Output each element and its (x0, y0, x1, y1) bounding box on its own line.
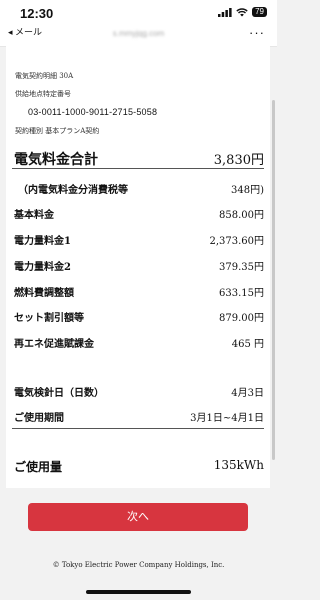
period-value: 3月1日~4月1日 (190, 413, 264, 424)
usage-value: 135kWh (213, 458, 264, 472)
charge-label: 電力量料金1 (14, 236, 71, 247)
back-to-mail-button[interactable]: ◂ メール (8, 25, 42, 38)
charge-label: セット割引額等 (14, 313, 84, 324)
charge-value: 465 円 (231, 339, 264, 350)
home-indicator (86, 590, 191, 594)
charge-row: 再エネ促進賦課金 465 円 (14, 335, 264, 350)
charge-value: 348円) (231, 185, 264, 196)
usage-row: ご使用量 135kWh (14, 458, 264, 474)
charge-label: 基本料金 (14, 210, 54, 221)
usage-label: ご使用量 (14, 460, 63, 474)
charge-row: （内電気料金分消費税等 348円) (14, 181, 264, 196)
bill-card: 電気契約明細 30A 供給地点特定番号 03-0011-1000-9011-27… (6, 46, 270, 488)
charge-label: 電力量料金2 (14, 262, 71, 273)
charge-value: 633.15円 (219, 288, 264, 299)
meter-date-label: 電気検針日（日数） (14, 388, 104, 399)
status-icons: 79 (218, 7, 267, 17)
status-bar: 12:30 79 (0, 0, 277, 22)
charge-label: （内電気料金分消費税等 (18, 185, 128, 196)
copyright-text: © Tokyo Electric Power Company Holdings,… (52, 561, 225, 569)
charge-value: 858.00円 (219, 210, 264, 221)
charge-row: 燃料費調整額 633.15円 (14, 284, 264, 299)
charge-label: 再エネ促進賦課金 (14, 339, 94, 350)
total-value: 3,830円 (213, 153, 264, 168)
url-text: s.mmyjqg.com (112, 29, 165, 38)
period-divider (12, 428, 264, 429)
total-divider (12, 168, 264, 169)
charge-row: セット割引額等 879.00円 (14, 309, 264, 324)
period-label: ご使用期間 (14, 413, 64, 424)
supply-point-label: 供給地点特定番号 (15, 90, 71, 98)
charge-value: 879.00円 (219, 313, 264, 324)
total-row: 電気料金合計 3,830円 (14, 149, 264, 168)
signal-icon (218, 7, 232, 17)
more-icon[interactable]: ··· (249, 25, 265, 40)
charge-value: 2,373.60円 (209, 236, 264, 247)
scrollbar[interactable] (272, 100, 275, 460)
next-button[interactable]: 次へ (28, 503, 248, 531)
browser-nav-bar: ◂ メール s.mmyjqg.com ··· (0, 22, 277, 47)
supply-point-number: 03-0011-1000-9011-2715-5058 (28, 107, 158, 117)
status-time: 12:30 (20, 6, 54, 21)
total-label: 電気料金合計 (14, 152, 98, 168)
contract-type: 契約種別 基本プランA契約 (15, 127, 100, 135)
battery-icon: 79 (252, 7, 267, 17)
contract-detail-title: 電気契約明細 30A (15, 72, 74, 80)
charge-row: 電力量料金2 379.35円 (14, 258, 264, 273)
charge-value: 379.35円 (219, 262, 264, 273)
period-row: ご使用期間 3月1日~4月1日 (14, 409, 264, 424)
charge-row: 電力量料金1 2,373.60円 (14, 232, 264, 247)
charge-row: 基本料金 858.00円 (14, 206, 264, 221)
charge-label: 燃料費調整額 (14, 288, 74, 299)
meter-date-value: 4月3日 (231, 388, 264, 399)
meter-date-row: 電気検針日（日数） 4月3日 (14, 384, 264, 399)
wifi-icon (236, 7, 248, 16)
